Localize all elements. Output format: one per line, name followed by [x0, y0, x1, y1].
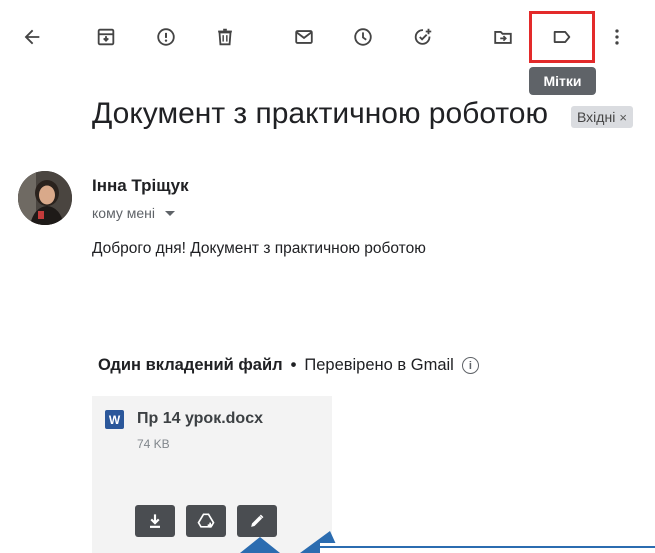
back-arrow-icon	[24, 29, 40, 45]
mark-unread-button[interactable]	[291, 24, 317, 50]
attachment-file-name: Пр 14 урок.docx	[137, 410, 263, 427]
email-body: Доброго дня! Документ з практичною робот…	[92, 240, 426, 257]
attachments-header: Один вкладений файл • Перевірено в Gmail…	[98, 356, 479, 375]
verified-text: Перевірено в Gmail	[304, 356, 454, 374]
chevron-down-icon[interactable]	[165, 210, 175, 216]
remove-label-icon[interactable]: ×	[619, 110, 627, 125]
label-button-highlight	[529, 11, 595, 63]
attachment-file-size: 74 KB	[137, 437, 170, 451]
save-to-drive-button[interactable]	[186, 505, 226, 537]
report-spam-button[interactable]	[153, 24, 179, 50]
recipient-details[interactable]: кому мені	[92, 205, 175, 221]
edit-button[interactable]	[237, 505, 277, 537]
save-to-drive-icon	[197, 513, 215, 528]
archive-button[interactable]	[93, 24, 119, 50]
download-button[interactable]	[135, 505, 175, 537]
word-file-icon: W	[105, 410, 124, 429]
move-to-icon	[494, 31, 512, 44]
mark-unread-icon	[295, 30, 313, 44]
inbox-label-text: Вхідні	[577, 109, 616, 125]
snooze-icon	[354, 28, 372, 46]
delete-icon	[218, 28, 232, 46]
email-subject: Документ з практичною роботою	[92, 97, 548, 130]
info-icon[interactable]: i	[461, 357, 479, 374]
add-to-tasks-icon	[414, 28, 432, 45]
more-options-icon	[615, 29, 619, 45]
document-preview-strip	[240, 525, 655, 553]
inbox-label-chip[interactable]: Вхідні ×	[571, 106, 633, 128]
sender-name: Інна Тріщук	[92, 176, 189, 195]
download-icon	[150, 514, 160, 528]
report-spam-icon	[157, 28, 175, 46]
snooze-button[interactable]	[350, 24, 376, 50]
avatar-photo-icon	[18, 171, 72, 225]
back-button[interactable]	[19, 24, 45, 50]
recipient-text: кому мені	[92, 205, 155, 221]
separator-dot: •	[290, 356, 297, 374]
delete-button[interactable]	[212, 24, 238, 50]
label-tooltip: Мітки	[529, 67, 596, 95]
add-to-tasks-button[interactable]	[410, 24, 436, 50]
attachment-count: Один вкладений файл	[98, 356, 283, 374]
avatar[interactable]	[18, 171, 72, 225]
edit-icon	[251, 514, 264, 527]
move-to-button[interactable]	[490, 24, 516, 50]
archive-icon	[97, 28, 115, 46]
more-options-button[interactable]	[604, 24, 630, 50]
